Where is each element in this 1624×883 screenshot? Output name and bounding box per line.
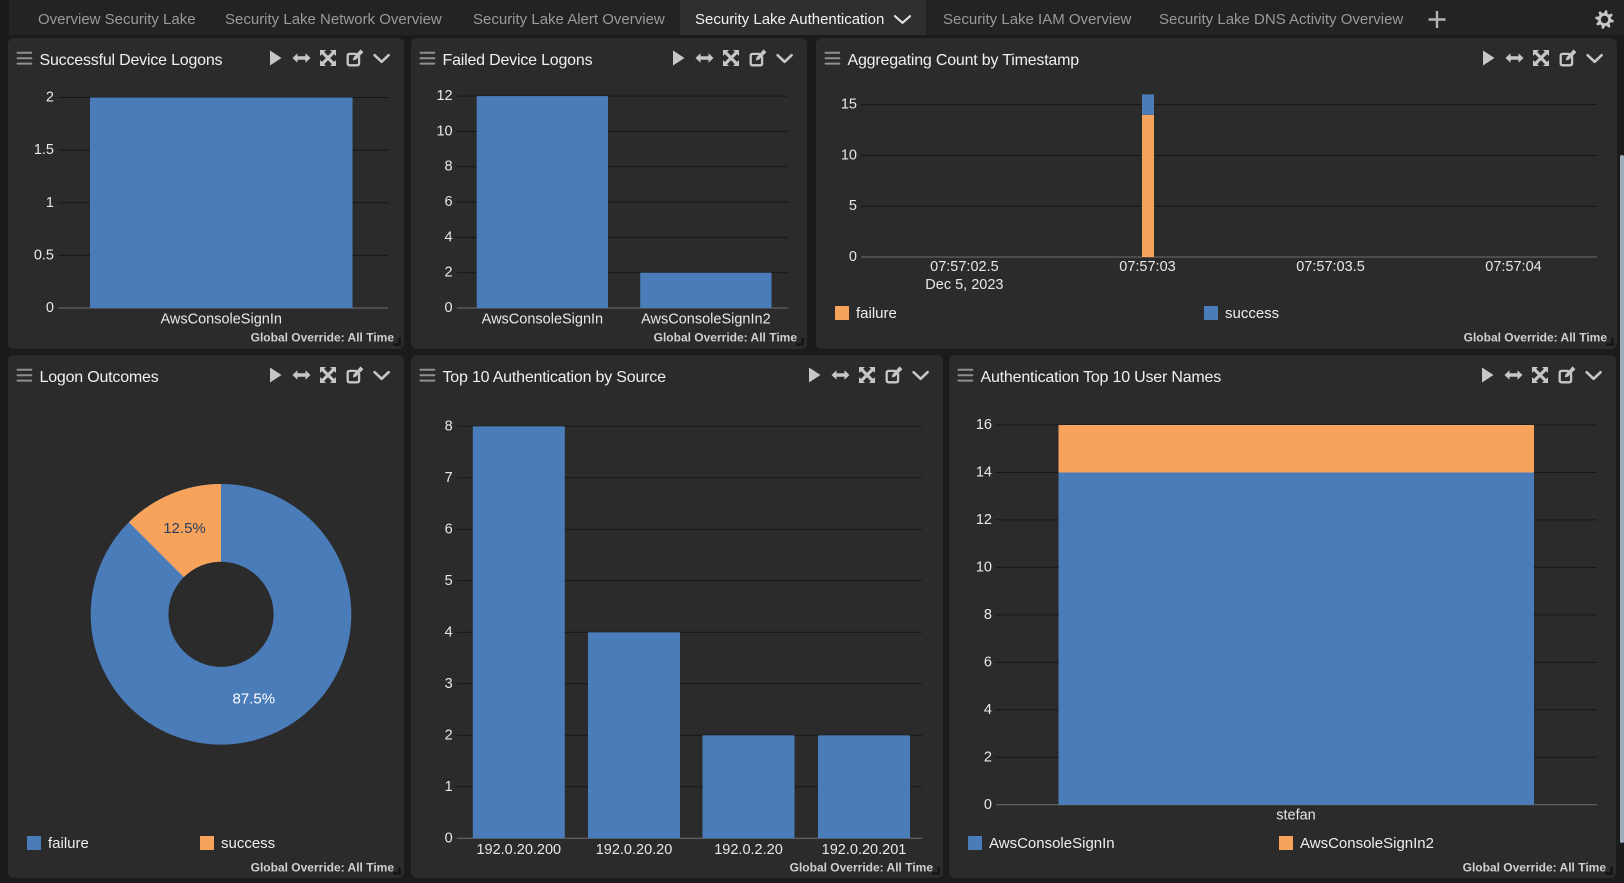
svg-text:0.5: 0.5 — [34, 247, 54, 263]
svg-text:8: 8 — [445, 418, 453, 434]
svg-text:0: 0 — [46, 300, 54, 316]
svg-text:0: 0 — [445, 300, 453, 316]
svg-text:Global Override: All Time: Global Override: All Time — [1464, 331, 1608, 345]
svg-text:success: success — [1225, 305, 1279, 322]
svg-text:success: success — [221, 835, 275, 852]
svg-text:2: 2 — [445, 727, 453, 743]
svg-text:AwsConsoleSignIn: AwsConsoleSignIn — [160, 312, 281, 328]
svg-text:Overview Security Lake: Overview Security Lake — [38, 11, 196, 28]
svg-text:07:57:02.5: 07:57:02.5 — [930, 259, 999, 275]
svg-text:2: 2 — [46, 90, 54, 106]
svg-text:0: 0 — [849, 249, 857, 265]
svg-text:5: 5 — [849, 198, 857, 214]
svg-text:4: 4 — [445, 229, 453, 245]
svg-text:AwsConsoleSignIn2: AwsConsoleSignIn2 — [1300, 835, 1434, 852]
svg-text:Global Override: All Time: Global Override: All Time — [251, 331, 395, 345]
svg-text:6: 6 — [445, 194, 453, 210]
svg-text:5: 5 — [445, 573, 453, 589]
svg-text:AwsConsoleSignIn: AwsConsoleSignIn — [482, 312, 603, 328]
svg-text:10: 10 — [436, 123, 452, 139]
svg-text:14: 14 — [976, 464, 992, 480]
svg-text:1: 1 — [46, 195, 54, 211]
svg-text:Security Lake Network Overview: Security Lake Network Overview — [225, 11, 442, 28]
svg-text:Global Override: All Time: Global Override: All Time — [251, 861, 395, 875]
svg-text:Global Override: All Time: Global Override: All Time — [654, 331, 798, 345]
svg-text:4: 4 — [984, 702, 992, 718]
svg-text:0: 0 — [984, 797, 992, 813]
svg-text:2: 2 — [445, 265, 453, 281]
svg-text:192.0.20.200: 192.0.20.200 — [476, 842, 561, 858]
svg-text:3: 3 — [445, 676, 453, 692]
svg-text:1: 1 — [445, 779, 453, 795]
svg-text:07:57:04: 07:57:04 — [1485, 259, 1541, 275]
svg-text:192.0.2.20: 192.0.2.20 — [714, 842, 783, 858]
svg-text:1.5: 1.5 — [34, 142, 54, 158]
svg-text:Security Lake IAM Overview: Security Lake IAM Overview — [943, 11, 1132, 28]
svg-text:Global Override: All Time: Global Override: All Time — [790, 861, 934, 875]
svg-text:stefan: stefan — [1276, 808, 1316, 824]
svg-text:Failed Device Logons: Failed Device Logons — [443, 52, 593, 69]
svg-text:192.0.20.20: 192.0.20.20 — [596, 842, 673, 858]
svg-text:8: 8 — [445, 159, 453, 175]
svg-text:Logon Outcomes: Logon Outcomes — [40, 369, 159, 386]
svg-text:Security Lake Authentication: Security Lake Authentication — [695, 11, 884, 28]
svg-text:15: 15 — [841, 97, 857, 113]
svg-text:6: 6 — [445, 521, 453, 537]
svg-text:2: 2 — [984, 749, 992, 765]
svg-text:Global Override: All Time: Global Override: All Time — [1463, 861, 1607, 875]
svg-text:07:57:03: 07:57:03 — [1119, 259, 1175, 275]
svg-text:0: 0 — [445, 830, 453, 846]
svg-text:10: 10 — [841, 147, 857, 163]
svg-text:6: 6 — [984, 654, 992, 670]
svg-text:AwsConsoleSignIn2: AwsConsoleSignIn2 — [641, 312, 771, 328]
svg-text:12.5%: 12.5% — [163, 520, 206, 537]
svg-text:Authentication Top 10 User Nam: Authentication Top 10 User Names — [981, 369, 1222, 386]
svg-text:failure: failure — [48, 835, 89, 852]
svg-text:Security Lake DNS Activity Ove: Security Lake DNS Activity Overview — [1159, 11, 1403, 28]
svg-text:10: 10 — [976, 559, 992, 575]
svg-text:Security Lake Alert Overview: Security Lake Alert Overview — [473, 11, 665, 28]
svg-text:Aggregating Count by Timestamp: Aggregating Count by Timestamp — [848, 52, 1080, 69]
svg-text:87.5%: 87.5% — [233, 691, 276, 708]
svg-text:16: 16 — [976, 417, 992, 433]
svg-text:AwsConsoleSignIn: AwsConsoleSignIn — [989, 835, 1115, 852]
svg-text:8: 8 — [984, 607, 992, 623]
svg-text:Successful Device Logons: Successful Device Logons — [40, 52, 223, 69]
svg-text:failure: failure — [856, 305, 897, 322]
svg-text:7: 7 — [445, 470, 453, 486]
svg-text:Top 10 Authentication by Sourc: Top 10 Authentication by Source — [443, 369, 667, 386]
svg-text:07:57:03.5: 07:57:03.5 — [1296, 259, 1365, 275]
svg-text:12: 12 — [436, 88, 452, 104]
svg-text:12: 12 — [976, 512, 992, 528]
svg-text:4: 4 — [445, 624, 453, 640]
svg-text:Dec 5, 2023: Dec 5, 2023 — [925, 277, 1003, 293]
svg-text:192.0.20.201: 192.0.20.201 — [822, 842, 907, 858]
